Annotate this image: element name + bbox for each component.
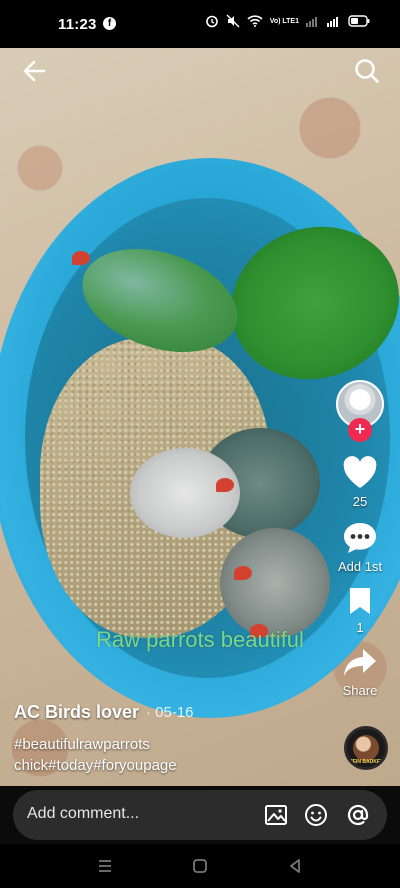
mute-icon — [226, 14, 240, 28]
sound-disc-text: MEIN BADKEY — [348, 759, 384, 765]
author-name[interactable]: AC Birds lover — [14, 702, 139, 723]
emoji-icon[interactable] — [304, 803, 328, 827]
share-label: Share — [342, 683, 378, 698]
battery-icon — [348, 15, 370, 27]
image-icon[interactable] — [264, 803, 288, 827]
comment-bar: Add comment... — [0, 786, 400, 844]
signal-icon-2 — [327, 17, 338, 27]
bookmark-icon[interactable] — [346, 586, 374, 616]
alarm-icon — [205, 15, 218, 28]
comment-icon[interactable] — [342, 521, 378, 555]
comment-input[interactable]: Add comment... — [13, 790, 387, 840]
nav-home-icon[interactable] — [190, 856, 210, 876]
comment-label: Add 1st — [337, 559, 383, 574]
like-count: 25 — [352, 494, 368, 509]
facebook-notification-icon: f — [103, 17, 116, 30]
parrot-chick — [220, 528, 330, 638]
parrot-chick — [130, 448, 240, 538]
like-button[interactable]: 25 — [342, 456, 378, 509]
parrot-beak — [72, 251, 90, 265]
save-count: 1 — [356, 620, 364, 635]
status-bar: 11:23 f Vo) LTE1 — [0, 0, 400, 48]
network-label: Vo) LTE1 — [269, 17, 299, 25]
parrot-beak — [234, 566, 252, 580]
parrot-beak — [216, 478, 234, 492]
system-nav-bar — [0, 844, 400, 888]
sound-cover — [353, 735, 379, 761]
status-time: 11:23 — [58, 16, 97, 33]
share-button[interactable]: Share — [342, 647, 378, 698]
search-icon[interactable] — [352, 56, 382, 86]
heart-icon[interactable] — [342, 456, 378, 490]
signal-icon — [306, 17, 317, 27]
at-icon[interactable] — [346, 803, 370, 827]
status-icons: Vo) LTE1 — [205, 14, 370, 28]
share-icon[interactable] — [342, 647, 378, 679]
save-button[interactable]: 1 — [346, 586, 374, 635]
follow-button[interactable]: + — [348, 418, 372, 442]
creator-avatar[interactable]: + — [336, 380, 384, 442]
sound-disc[interactable]: MEIN BADKEY — [344, 726, 388, 770]
nav-menu-icon[interactable] — [95, 856, 115, 876]
post-description[interactable]: #beautifulrawparrots chick#today#foryoup… — [14, 734, 314, 776]
comment-placeholder: Add comment... — [27, 805, 140, 822]
post-date: · 05-16 — [146, 704, 194, 721]
comment-button[interactable]: Add 1st — [338, 521, 382, 574]
nav-back-icon[interactable] — [285, 856, 305, 876]
wifi-icon — [247, 15, 263, 27]
back-arrow-icon[interactable] — [20, 56, 50, 86]
action-rail: + 25 Add 1st 1 Share — [330, 380, 390, 698]
